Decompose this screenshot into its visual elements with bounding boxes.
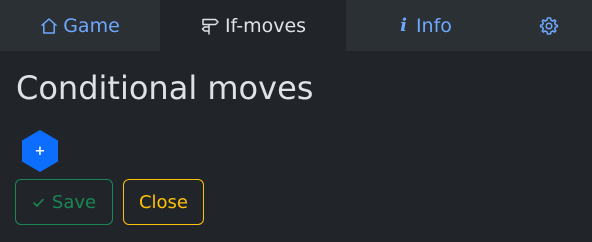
info-icon: i (400, 15, 407, 36)
signpost-icon (200, 16, 220, 36)
check-icon (32, 196, 45, 209)
tab-info-label: Info (415, 14, 452, 37)
tab-info[interactable]: i Info (346, 0, 506, 51)
tab-game[interactable]: Game (0, 0, 160, 51)
gear-icon (539, 16, 559, 36)
page-title: Conditional moves (16, 69, 314, 107)
settings-button[interactable] (506, 0, 592, 51)
tab-if-moves-label: If-moves (224, 14, 307, 37)
save-button-label: Save (51, 191, 97, 213)
close-button[interactable]: Close (123, 179, 204, 225)
tab-bar: Game If-moves i Info (0, 0, 592, 51)
add-conditional-move-button[interactable]: + (22, 130, 58, 172)
tab-if-moves[interactable]: If-moves (160, 0, 346, 51)
close-button-label: Close (138, 191, 189, 213)
plus-label: + (34, 143, 46, 159)
home-icon (40, 17, 58, 35)
save-button[interactable]: Save (15, 179, 113, 225)
tab-game-label: Game (63, 14, 120, 37)
